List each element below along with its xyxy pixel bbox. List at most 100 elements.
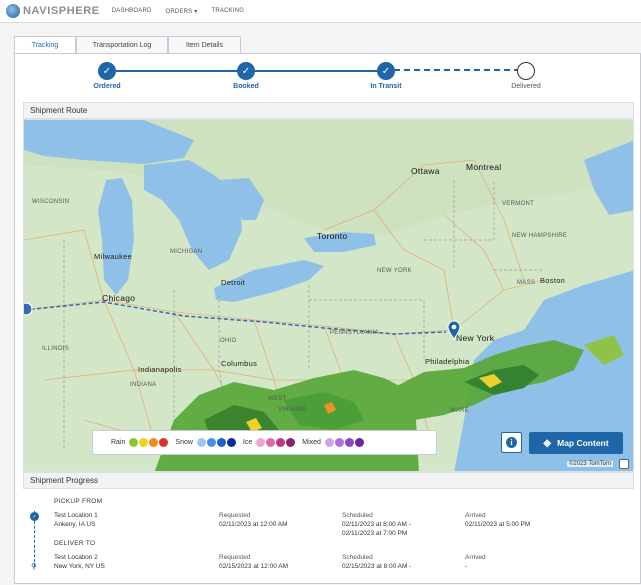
map-label-ohio: OHIO [220,338,237,344]
info-icon: i [506,437,517,448]
top-nav-bar: NAVISPHERE DASHBOARD ORDERS ▾ TRACKING [0,0,641,23]
map-copyright: ©2023 TomTom [567,461,613,467]
route-map[interactable]: Ottawa Montreal WISCONSIN VERMONT NEW HA… [23,119,634,472]
legend-ice-swatch [256,438,266,447]
tab-transportation-log[interactable]: Transportation Log [76,36,168,53]
legend-rain-swatch [159,438,169,447]
tab-tracking[interactable]: Tracking [14,36,76,54]
destination-pin-icon[interactable] [447,320,461,340]
pickup-scheduled-value-start: 02/11/2023 at 8:00 AM - [342,521,411,528]
map-label-columbus: Columbus [221,359,258,368]
legend-ice-swatch [276,438,286,447]
delivery-pin-icon: ⚲ [31,562,37,571]
legend-rain-label: Rain [111,439,126,446]
map-label-new-hampshire: NEW HAMPSHIRE [512,233,568,239]
delivery-location-city: New York, NY US [54,563,105,570]
tab-item-details[interactable]: Item Details [168,36,241,53]
legend-rain-swatch [139,438,149,447]
map-label-indiana: INDIANA [130,382,157,388]
pickup-requested-label: Requested [219,512,251,519]
pickup-requested: Requested 02/11/2023 at 12:00 AM [219,511,288,529]
delivery-heading: DELIVER TO [54,540,96,547]
step-label-booked: Booked [233,83,259,90]
pickup-arrived-value: 02/11/2023 at 5:00 PM [465,521,531,528]
map-label-mass: MASS [517,280,536,286]
pickup-arrived-label: Arrived [465,512,486,519]
progress-line [254,70,383,72]
shipment-progress-list: ✓ ⚲ PICKUP FROM Test Location 1 Ankeny, … [23,489,634,585]
nav-tracking[interactable]: TRACKING [211,8,244,14]
delivery-location: Test Location 2 New York, NY US [54,553,105,571]
delivery-scheduled-value-start: 02/15/2023 at 8:00 AM - [342,563,412,570]
pickup-requested-value: 02/11/2023 at 12:00 AM [219,521,288,528]
map-label-west: WEST [268,396,287,402]
legend-rain-swatch [129,438,139,447]
nav-dashboard[interactable]: DASHBOARD [112,8,152,14]
map-content-label: Map Content [557,438,609,448]
delivery-scheduled-label: Scheduled [342,554,373,561]
map-info-button[interactable]: i [501,432,522,453]
legend-mixed-swatch [354,438,364,447]
navisphere-logo[interactable]: NAVISPHERE [6,4,100,18]
map-label-detroit: Detroit [221,278,246,287]
delivery-requested-label: Requested [219,554,251,561]
pickup-heading: PICKUP FROM [54,498,103,505]
pickup-check-icon: ✓ [30,512,39,521]
pickup-location-city: Ankeny, IA US [54,521,96,528]
pickup-location: Test Location 1 Ankeny, IA US [54,511,98,529]
legend-mixed-swatch [344,438,354,447]
logo-globe-icon [6,4,20,18]
pickup-scheduled: Scheduled 02/11/2023 at 8:00 AM - 02/11/… [342,511,411,538]
nav-orders[interactable]: ORDERS ▾ [166,8,198,15]
legend-snow-label: Snow [175,439,193,446]
map-label-chicago: Chicago [102,293,136,303]
pickup-scheduled-label: Scheduled [342,512,373,519]
map-label-new-york-state: NEW YORK [377,268,412,274]
delivery-location-name: Test Location 2 [54,554,98,561]
progress-line [116,70,245,72]
pickup-location-name: Test Location 1 [54,512,98,519]
legend-snow-swatch [226,438,236,447]
pickup-arrived: Arrived 02/11/2023 at 5:00 PM [465,511,530,529]
legend-snow-swatch [206,438,216,447]
shipment-route-header: Shipment Route [23,102,634,119]
legend-mixed-label: Mixed [302,439,321,446]
map-content-button[interactable]: ◈ Map Content [529,432,623,454]
map-label-wisconsin: WISCONSIN [32,199,70,205]
legend-rain-swatch [149,438,159,447]
step-label-in-transit: In Transit [370,83,402,90]
map-label-milwaukee: Milwaukee [94,252,133,261]
step-ordered-check-icon: ✓ [98,62,116,80]
step-delivered-circle-icon [517,62,535,80]
map-fullscreen-icon[interactable] [619,459,629,469]
legend-ice-swatch [266,438,276,447]
tracking-panel: ✓ ✓ ✓ Ordered Booked In Transit Delivere… [14,53,641,584]
order-progress-tracker: ✓ ✓ ✓ Ordered Booked In Transit Delivere… [15,54,641,96]
step-in-transit-check-icon: ✓ [377,62,395,80]
delivery-requested-value: 02/15/2023 at 12:00 AM [219,563,289,570]
weather-legend: Rain Snow Ice Mixed [92,430,437,455]
legend-ice-swatch [286,438,296,447]
progress-line-pending [394,69,520,71]
detail-tabs: Tracking Transportation Log Item Details [14,36,241,54]
map-label-boston: Boston [540,276,566,285]
legend-mixed-swatch [324,438,334,447]
legend-snow-swatch [216,438,226,447]
legend-snow-swatch [196,438,206,447]
map-label-new-york-city: New York [456,333,495,343]
legend-ice-label: Ice [242,439,253,446]
legend-mixed-swatch [334,438,344,447]
map-label-indianapolis: Indianapolis [138,365,182,374]
map-label-delaware: WARE [450,408,469,414]
layers-icon: ◈ [543,437,552,449]
map-label-virginia: VIRGINIA [278,407,307,413]
step-booked-check-icon: ✓ [237,62,255,80]
map-label-toronto: Toronto [317,231,348,241]
map-label-pennsylvania: PENNSYLVANIA [330,330,379,336]
delivery-scheduled: Scheduled 02/15/2023 at 8:00 AM - [342,553,411,571]
logo-text: NAVISPHERE [23,5,100,17]
map-label-michigan: MICHIGAN [170,249,203,255]
shipment-progress-header: Shipment Progress [23,472,634,489]
map-label-illinois: ILLINOIS [42,346,70,352]
map-label-montreal: Montreal [466,162,502,172]
